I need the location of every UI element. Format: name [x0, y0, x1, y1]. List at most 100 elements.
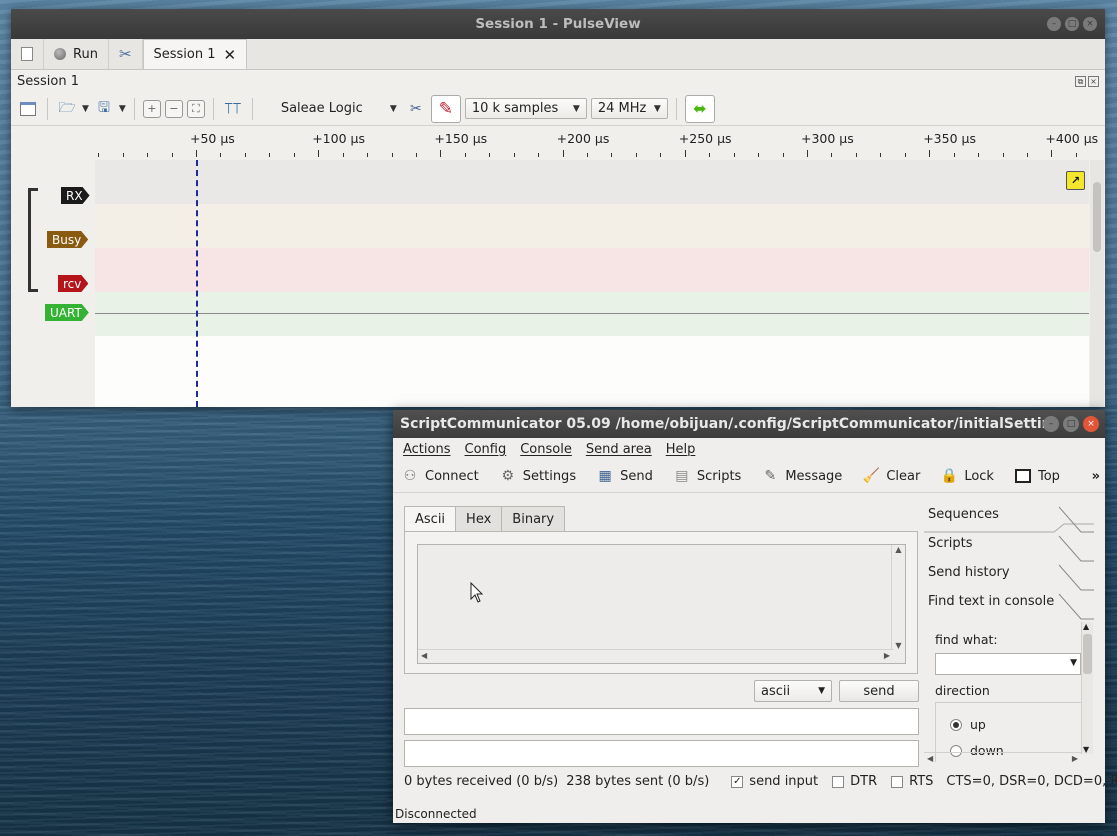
close-panel-icon[interactable]: × [1088, 75, 1099, 87]
lock-button[interactable]: 🔒 Lock [940, 467, 994, 485]
tab-hex[interactable]: Hex [455, 506, 503, 531]
samplerate-select[interactable]: 24 MHz ▼ [590, 98, 668, 119]
dtr-checkbox[interactable] [832, 775, 845, 788]
decoder-icon[interactable]: ⬌ [684, 94, 715, 123]
open-icon[interactable]: 🗁 [56, 98, 78, 120]
signal-label-rx[interactable]: RX [61, 187, 90, 204]
side-tab-find-text[interactable]: Find text in console [924, 591, 1094, 620]
ruler-tick [587, 153, 589, 157]
scripts-icon: ▤ [675, 468, 689, 484]
send-input-1[interactable] [404, 708, 919, 735]
pulseview-tabbar: Run ✂ Session 1 ✕ [11, 39, 1105, 70]
console-tabs: Ascii Hex Binary [404, 506, 566, 532]
minimize-icon[interactable]: – [1047, 17, 1061, 31]
scripts-button[interactable]: ▤ Scripts [673, 467, 741, 485]
tab-ascii[interactable]: Ascii [404, 506, 457, 532]
side-tab-send-history[interactable]: Send history [924, 562, 1094, 591]
close-icon[interactable]: × [1083, 17, 1097, 31]
cursor-marker[interactable] [196, 160, 198, 407]
maximize-icon[interactable]: □ [1065, 17, 1079, 31]
zoom-in-icon[interactable]: + [142, 99, 161, 118]
send-format-select[interactable]: ascii ▼ [754, 680, 832, 702]
broom-icon: 🧹 [862, 468, 881, 484]
lane-busy [95, 204, 1089, 248]
signal-label-busy[interactable]: Busy [47, 231, 88, 248]
console-vscrollbar[interactable]: ▲ ▼ [891, 545, 905, 650]
up-label: up [970, 717, 986, 732]
send-button[interactable]: ▦ Send [596, 467, 652, 485]
ruler-tick [269, 153, 271, 157]
pulseview-titlebar[interactable]: Session 1 - PulseView – □ × [11, 9, 1105, 39]
scroll-thumb[interactable] [1093, 182, 1101, 252]
tab-outline [1058, 535, 1094, 562]
trigger-icon[interactable]: ↗ [1066, 171, 1085, 190]
new-session-button[interactable] [11, 39, 44, 69]
side-tab-scripts[interactable]: Scripts [924, 533, 1094, 562]
window-top-icon [1014, 467, 1032, 485]
send-input-checkbox[interactable]: ✓ [731, 775, 744, 788]
trace-area[interactable] [95, 160, 1089, 407]
sc-titlebar[interactable]: ScriptCommunicator 05.09 /home/obijuan/.… [393, 410, 1105, 438]
new-view-icon[interactable] [17, 98, 39, 120]
cursor-pair-icon[interactable]: ⟙⟙ [222, 98, 244, 120]
ruler-tick [782, 153, 784, 157]
radio-up[interactable] [950, 718, 962, 731]
signal-group-bracket [28, 188, 38, 292]
ruler-label: +50 µs [190, 131, 235, 146]
menu-send-area[interactable]: Send area [586, 442, 652, 457]
scroll-thumb[interactable] [1083, 634, 1092, 674]
mouse-pointer-icon [470, 582, 484, 603]
zoom-fit-icon[interactable]: ⛶ [186, 99, 205, 118]
direction-up-option[interactable]: up [950, 717, 986, 732]
settings-button[interactable]: ⚙ Settings [499, 467, 576, 485]
signal-label-uart[interactable]: UART [45, 304, 89, 321]
connect-button[interactable]: ⚇ Connect [401, 467, 479, 485]
probe-config-icon[interactable]: ✎ [430, 94, 461, 123]
menu-config[interactable]: Config [465, 442, 507, 457]
menu-console[interactable]: Console [520, 442, 572, 457]
signal-label-rcv[interactable]: rcv [58, 275, 88, 292]
console-output[interactable]: ▲ ▼ ◀ ▶ [417, 544, 906, 664]
tab-binary[interactable]: Binary [501, 506, 566, 531]
toolbar-overflow-icon[interactable]: » [1092, 469, 1100, 484]
ruler-tick [562, 150, 564, 157]
samples-select[interactable]: 10 k samples ▼ [464, 98, 587, 119]
open-dropdown-icon[interactable]: ▼ [82, 104, 89, 114]
console-hscrollbar[interactable]: ◀ ▶ [418, 649, 893, 663]
menu-help[interactable]: Help [666, 442, 696, 457]
tab-session-1[interactable]: Session 1 ✕ [142, 39, 248, 69]
find-hscrollbar[interactable]: ◀ ▶ [924, 752, 1081, 765]
connect-icon: ⚇ [403, 468, 417, 484]
device-config-icon[interactable]: ✂ [405, 98, 427, 120]
device-selector[interactable]: Saleae Logic ▼ [261, 101, 401, 116]
run-button[interactable]: Run [44, 39, 109, 69]
minimize-icon[interactable]: – [1043, 416, 1059, 432]
send-input-2[interactable] [404, 740, 919, 767]
trace-scrollbar[interactable] [1090, 160, 1104, 407]
rts-checkbox[interactable] [891, 775, 904, 788]
session-header-label: Session 1 [17, 73, 80, 89]
ruler-tick [855, 153, 857, 157]
zoom-out-icon[interactable]: − [164, 99, 183, 118]
float-icon[interactable]: ⧉ [1075, 75, 1086, 87]
ruler-tick [709, 153, 711, 157]
clear-button[interactable]: 🧹 Clear [862, 467, 921, 485]
send-data-button[interactable]: send [839, 680, 919, 702]
close-tab-icon[interactable]: ✕ [224, 46, 237, 64]
ruler-tick [440, 150, 442, 157]
menu-actions[interactable]: Actions [403, 442, 451, 457]
find-vscrollbar[interactable]: ▲ ▼ [1081, 622, 1093, 754]
top-button[interactable]: Top [1014, 467, 1060, 485]
maximize-icon[interactable]: □ [1063, 416, 1079, 432]
ruler-tick [684, 150, 686, 157]
message-button[interactable]: ✎ Message [761, 467, 842, 485]
find-what-input[interactable]: ▼ [935, 653, 1081, 675]
bytes-received: 0 bytes received (0 b/s) [404, 774, 559, 789]
side-tab-sequences[interactable]: Sequences [924, 504, 1094, 533]
close-icon[interactable]: × [1083, 416, 1099, 432]
save-icon[interactable]: 🖫 [93, 98, 115, 120]
save-dropdown-icon[interactable]: ▼ [119, 104, 126, 114]
ruler-tick [220, 153, 222, 157]
settings-tab-button[interactable]: ✂ [109, 39, 143, 69]
find-what-label: find what: [935, 632, 998, 647]
